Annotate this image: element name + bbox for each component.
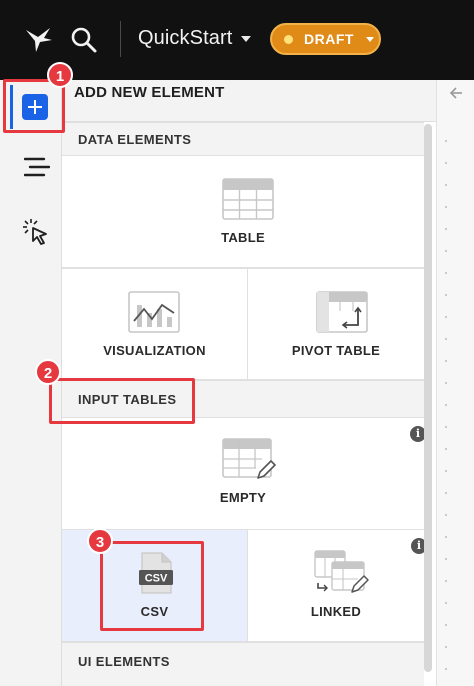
empty-input-table-tile[interactable]: EMPTY i [62, 418, 426, 530]
callout-badge-2: 2 [35, 359, 61, 385]
pivot-table-element-tile[interactable]: PIVOT TABLE [247, 268, 424, 380]
status-dot-icon [284, 35, 293, 44]
linked-input-table-tile[interactable]: LINKED i [247, 530, 427, 642]
callout-box-3 [100, 541, 204, 631]
panel-title: ADD NEW ELEMENT [74, 84, 225, 101]
workbook-title[interactable]: QuickStart [138, 27, 232, 50]
collapse-column [436, 80, 474, 686]
tile-label: EMPTY [219, 490, 267, 505]
draft-status-label: DRAFT [304, 31, 354, 47]
tile-label: LINKED [310, 604, 362, 619]
visualization-element-tile[interactable]: VISUALIZATION [62, 268, 247, 380]
section-label: UI ELEMENTS [78, 654, 170, 669]
callout-box-2 [49, 378, 195, 424]
section-header-data-elements: DATA ELEMENTS [62, 122, 424, 156]
callout-badge-1: 1 [47, 62, 73, 88]
draft-status-button[interactable]: DRAFT [270, 23, 381, 55]
tile-label: TABLE [221, 230, 265, 245]
table-icon [222, 178, 274, 220]
table-element-tile[interactable]: TABLE [62, 156, 424, 268]
tile-label: VISUALIZATION [103, 343, 206, 358]
search-icon[interactable] [70, 26, 98, 54]
chevron-down-icon[interactable] [241, 36, 251, 42]
section-label: DATA ELEMENTS [78, 132, 192, 147]
sigma-bird-logo-icon[interactable] [24, 26, 54, 54]
section-header-ui-elements: UI ELEMENTS [62, 642, 424, 686]
arrow-left-icon[interactable] [449, 86, 463, 100]
pivot-table-icon [316, 291, 368, 333]
empty-table-icon [222, 438, 276, 479]
outline-list-icon[interactable] [24, 156, 50, 178]
callout-badge-3: 3 [87, 528, 113, 554]
pointer-click-icon[interactable] [22, 218, 50, 246]
tile-label: PIVOT TABLE [291, 343, 381, 358]
linked-table-icon [314, 550, 369, 593]
toolbar-divider [120, 21, 121, 57]
dotted-guide [444, 130, 448, 670]
chevron-down-icon [366, 37, 374, 42]
chart-icon [128, 291, 180, 333]
panel-scrollbar[interactable] [424, 124, 432, 672]
